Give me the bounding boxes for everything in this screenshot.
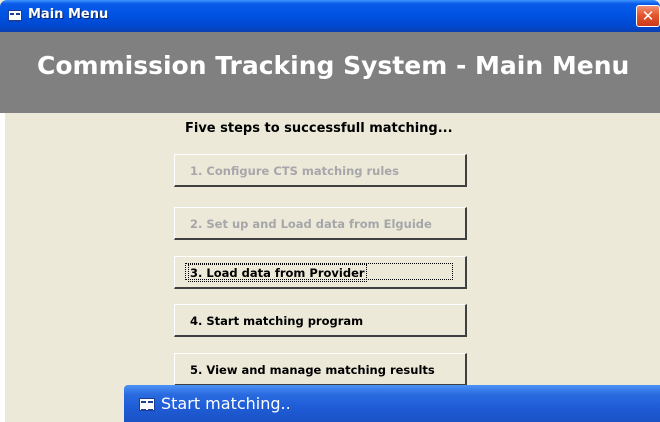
button-label: 3. Load data from Provider bbox=[188, 264, 367, 282]
load-elguide-button[interactable]: 2. Set up and Load data from Elguide bbox=[174, 207, 467, 240]
form-icon bbox=[139, 398, 155, 411]
button-label: 1. Configure CTS matching rules bbox=[190, 164, 399, 178]
button-label: 4. Start matching program bbox=[190, 314, 364, 328]
load-provider-button[interactable]: 3. Load data from Provider bbox=[174, 256, 467, 289]
main-menu-window: Main Menu ✕ Commission Tracking System -… bbox=[0, 0, 660, 422]
button-label: 5. View and manage matching results bbox=[190, 363, 435, 377]
start-matching-button[interactable]: 4. Start matching program bbox=[174, 304, 467, 337]
close-button[interactable]: ✕ bbox=[636, 5, 660, 27]
title-bar[interactable]: Main Menu ✕ bbox=[0, 0, 660, 32]
window-title: Main Menu bbox=[28, 7, 109, 22]
form-icon bbox=[8, 10, 22, 22]
button-label: 2. Set up and Load data from Elguide bbox=[190, 217, 432, 231]
header-band: Commission Tracking System - Main Menu bbox=[0, 32, 660, 113]
close-icon: ✕ bbox=[641, 7, 655, 25]
start-matching-window-tab[interactable]: Start matching.. bbox=[124, 385, 660, 422]
configure-rules-button[interactable]: 1. Configure CTS matching rules bbox=[174, 154, 467, 187]
page-title: Commission Tracking System - Main Menu bbox=[37, 51, 630, 80]
left-border bbox=[0, 113, 5, 422]
tab-label: Start matching.. bbox=[161, 394, 291, 413]
view-results-button[interactable]: 5. View and manage matching results bbox=[174, 353, 467, 386]
steps-subtitle: Five steps to successfull matching... bbox=[185, 121, 453, 136]
